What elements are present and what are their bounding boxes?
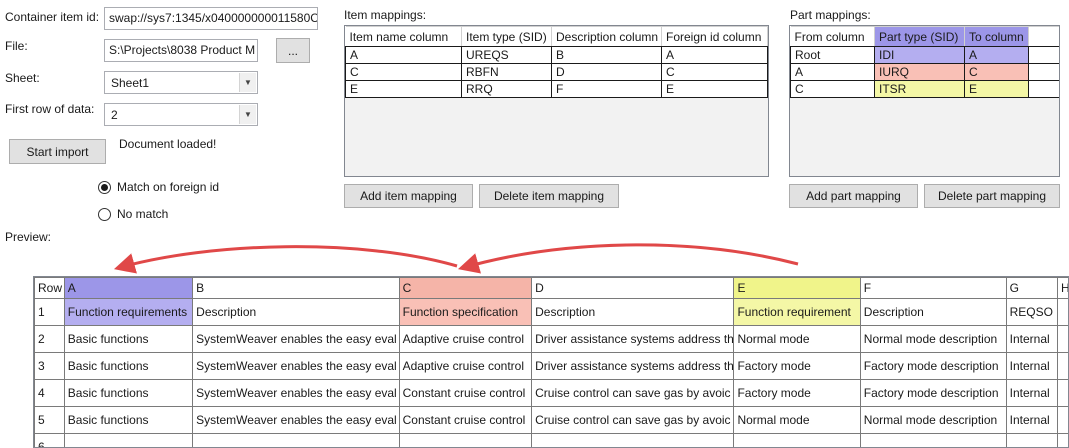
table-cell[interactable]: Adaptive cruise control: [398, 352, 533, 380]
table-cell[interactable]: Normal mode description: [859, 325, 1007, 353]
table-cell[interactable]: SystemWeaver enables the easy eval: [192, 325, 400, 353]
table-cell[interactable]: Description: [859, 298, 1007, 326]
table-cell[interactable]: [859, 433, 1007, 447]
preview-header-g[interactable]: G: [1005, 277, 1058, 299]
table-cell[interactable]: Function requirement: [733, 298, 861, 326]
row-number: 6: [34, 433, 65, 447]
table-cell[interactable]: Basic functions: [63, 406, 194, 434]
table-cell[interactable]: Description: [531, 298, 735, 326]
table-cell[interactable]: [192, 433, 400, 447]
table-cell[interactable]: Internal: [1005, 406, 1058, 434]
table-cell[interactable]: Factory mode: [733, 352, 861, 380]
table-cell[interactable]: [398, 433, 533, 447]
table-cell[interactable]: Factory mode description: [859, 379, 1007, 407]
row-number: 1: [34, 298, 65, 326]
table-cell[interactable]: Driver assistance systems address th: [531, 325, 735, 353]
row-number: 3: [34, 352, 65, 380]
table-cell[interactable]: Function specification: [398, 298, 533, 326]
table-cell[interactable]: Basic functions: [63, 325, 194, 353]
table-row[interactable]: 6: [34, 433, 1068, 447]
table-cell[interactable]: Constant cruise control: [398, 406, 533, 434]
table-cell[interactable]: [1056, 352, 1068, 380]
table-cell[interactable]: Internal: [1005, 379, 1058, 407]
table-cell[interactable]: Constant cruise control: [398, 379, 533, 407]
preview-header-a[interactable]: A: [63, 277, 194, 299]
preview-header-e[interactable]: E: [733, 277, 861, 299]
table-cell[interactable]: Normal mode: [733, 325, 861, 353]
preview-header-f[interactable]: F: [859, 277, 1007, 299]
table-row[interactable]: 5 Basic functions SystemWeaver enables t…: [34, 406, 1068, 434]
table-cell[interactable]: [1056, 433, 1068, 447]
table-row[interactable]: 4 Basic functions SystemWeaver enables t…: [34, 379, 1068, 407]
arrow-e-to-c-icon: [457, 243, 799, 274]
row-number: 4: [34, 379, 65, 407]
table-cell[interactable]: Internal: [1005, 325, 1058, 353]
table-cell[interactable]: Basic functions: [63, 352, 194, 380]
table-cell[interactable]: REQSO: [1005, 298, 1058, 326]
table-cell[interactable]: Normal mode description: [859, 406, 1007, 434]
table-row[interactable]: 1 Function requirements Description Func…: [34, 298, 1068, 326]
table-cell[interactable]: Function requirements: [63, 298, 194, 326]
preview-header-h[interactable]: H: [1056, 277, 1068, 299]
table-cell[interactable]: Description: [192, 298, 400, 326]
row-number: 5: [34, 406, 65, 434]
table-cell[interactable]: SystemWeaver enables the easy eval: [192, 379, 400, 407]
preview-header-b[interactable]: B: [192, 277, 400, 299]
table-cell[interactable]: Adaptive cruise control: [398, 325, 533, 353]
preview-header-c[interactable]: C: [398, 277, 533, 299]
table-cell[interactable]: Normal mode: [733, 406, 861, 434]
table-cell[interactable]: [1056, 325, 1068, 353]
table-cell[interactable]: Driver assistance systems address th: [531, 352, 735, 380]
table-cell[interactable]: [1056, 298, 1068, 326]
table-cell[interactable]: Cruise control can save gas by avoic: [531, 406, 735, 434]
table-cell[interactable]: Basic functions: [63, 379, 194, 407]
arrow-c-to-a-icon: [113, 245, 458, 274]
table-cell[interactable]: Factory mode: [733, 379, 861, 407]
table-cell[interactable]: [1056, 379, 1068, 407]
table-cell[interactable]: [1056, 406, 1068, 434]
preview-grid[interactable]: Row A B C D E F G H I 1 Function require…: [33, 276, 1069, 448]
table-cell[interactable]: [733, 433, 861, 447]
table-cell[interactable]: SystemWeaver enables the easy eval: [192, 406, 400, 434]
row-number: 2: [34, 325, 65, 353]
table-row[interactable]: 3 Basic functions SystemWeaver enables t…: [34, 352, 1068, 380]
table-cell[interactable]: Internal: [1005, 352, 1058, 380]
table-cell[interactable]: [531, 433, 735, 447]
preview-header-d[interactable]: D: [531, 277, 735, 299]
preview-header-row[interactable]: Row: [34, 277, 65, 299]
table-cell[interactable]: [1005, 433, 1058, 447]
table-cell[interactable]: SystemWeaver enables the easy eval: [192, 352, 400, 380]
table-row[interactable]: 2 Basic functions SystemWeaver enables t…: [34, 325, 1068, 353]
table-cell[interactable]: Cruise control can save gas by avoic: [531, 379, 735, 407]
table-cell[interactable]: Factory mode description: [859, 352, 1007, 380]
table-cell[interactable]: [63, 433, 194, 447]
